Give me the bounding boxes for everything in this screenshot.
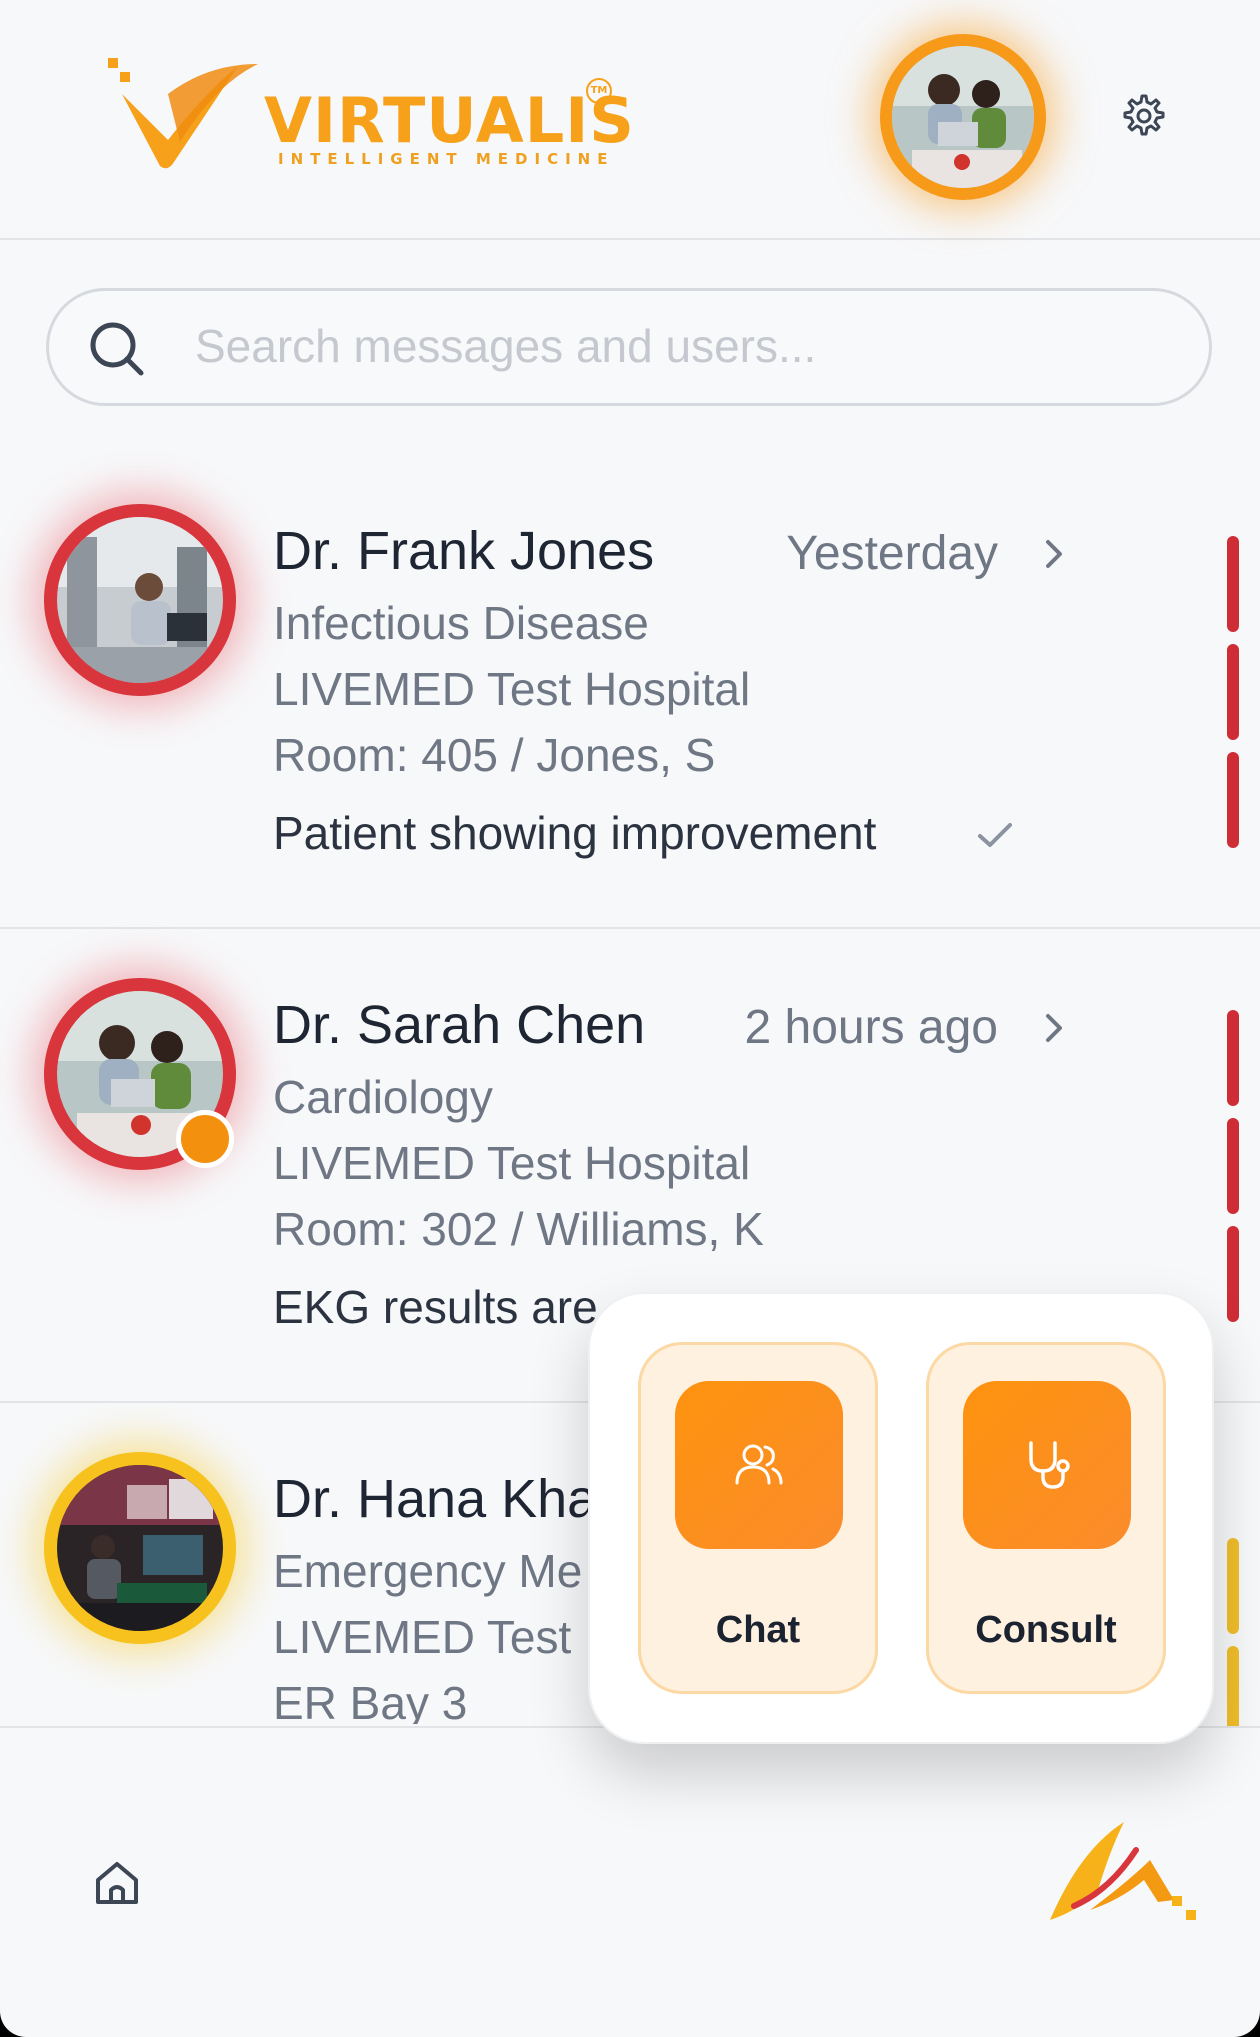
priority-indicator [1227, 644, 1239, 740]
brand-logo-icon [108, 58, 258, 169]
users-icon [735, 1444, 783, 1485]
avatar[interactable] [44, 1452, 236, 1644]
message-time: Yesterday [786, 527, 998, 580]
consult-label: Consult [975, 1609, 1117, 1651]
avatar-photo [57, 1465, 223, 1631]
stethoscope-icon [1029, 1441, 1070, 1489]
priority-indicator [1227, 1118, 1239, 1214]
avatar[interactable] [44, 504, 236, 696]
contact-specialty: Emergency Me [273, 1545, 583, 1597]
contact-name: Dr. Hana Kha [273, 1469, 598, 1529]
contact-specialty: Infectious Disease [273, 597, 649, 649]
consult-tile [963, 1381, 1131, 1549]
chevron-right-icon[interactable] [1038, 1008, 1068, 1048]
row-divider [0, 927, 1260, 929]
search-icon [90, 322, 144, 376]
trademark-symbol: TM [586, 78, 612, 104]
priority-indicator [1227, 536, 1239, 632]
priority-indicator [1227, 1538, 1239, 1634]
new-conversation-popup: Chat Consult [588, 1292, 1214, 1744]
contact-hospital: LIVEMED Test Hospital [273, 663, 751, 715]
contact-location: Room: 302 / Williams, K [273, 1203, 764, 1255]
search-bar[interactable]: Search messages and users... [46, 288, 1212, 406]
contact-name: Dr. Sarah Chen [273, 995, 646, 1055]
contact-hospital: LIVEMED Test [273, 1611, 572, 1663]
chat-button[interactable]: Chat [638, 1342, 878, 1694]
contact-location: Room: 405 / Jones, S [273, 729, 716, 781]
brand-tagline: INTELLIGENT MEDICINE [278, 150, 615, 168]
message-time: 2 hours ago [744, 1001, 998, 1054]
header: VIRTUALIS TM INTELLIGENT MEDICINE [0, 0, 1260, 240]
priority-indicator [1227, 1646, 1239, 1726]
read-check-icon [978, 823, 1012, 847]
contact-hospital: LIVEMED Test Hospital [273, 1137, 751, 1189]
chat-label: Chat [715, 1609, 801, 1651]
priority-indicator [1227, 752, 1239, 848]
brand-logo: VIRTUALIS TM INTELLIGENT MEDICINE [108, 54, 634, 174]
priority-indicator [1227, 1010, 1239, 1106]
avatar-photo [57, 517, 223, 683]
priority-indicator [1227, 1226, 1239, 1322]
brand-name: VIRTUALIS [264, 84, 635, 157]
virtualis-mark-icon[interactable] [1040, 1810, 1200, 1940]
last-message: EKG results are [273, 1281, 598, 1333]
search-input[interactable]: Search messages and users... [195, 319, 816, 373]
gear-icon[interactable] [1118, 92, 1166, 140]
consult-button[interactable]: Consult [926, 1342, 1166, 1694]
profile-avatar[interactable] [880, 34, 1046, 200]
contact-name: Dr. Frank Jones [273, 521, 655, 581]
app-screen: VIRTUALIS TM INTELLIGENT MEDICINE Search… [0, 0, 1260, 2037]
contact-location: ER Bay 3 [273, 1677, 468, 1724]
chevron-right-icon[interactable] [1038, 534, 1068, 574]
last-message: Patient showing improvement [273, 807, 877, 859]
online-status-dot [176, 1110, 234, 1168]
home-icon[interactable] [92, 1858, 142, 1908]
chat-tile [675, 1381, 843, 1549]
contact-specialty: Cardiology [273, 1071, 493, 1123]
profile-photo [892, 46, 1034, 188]
